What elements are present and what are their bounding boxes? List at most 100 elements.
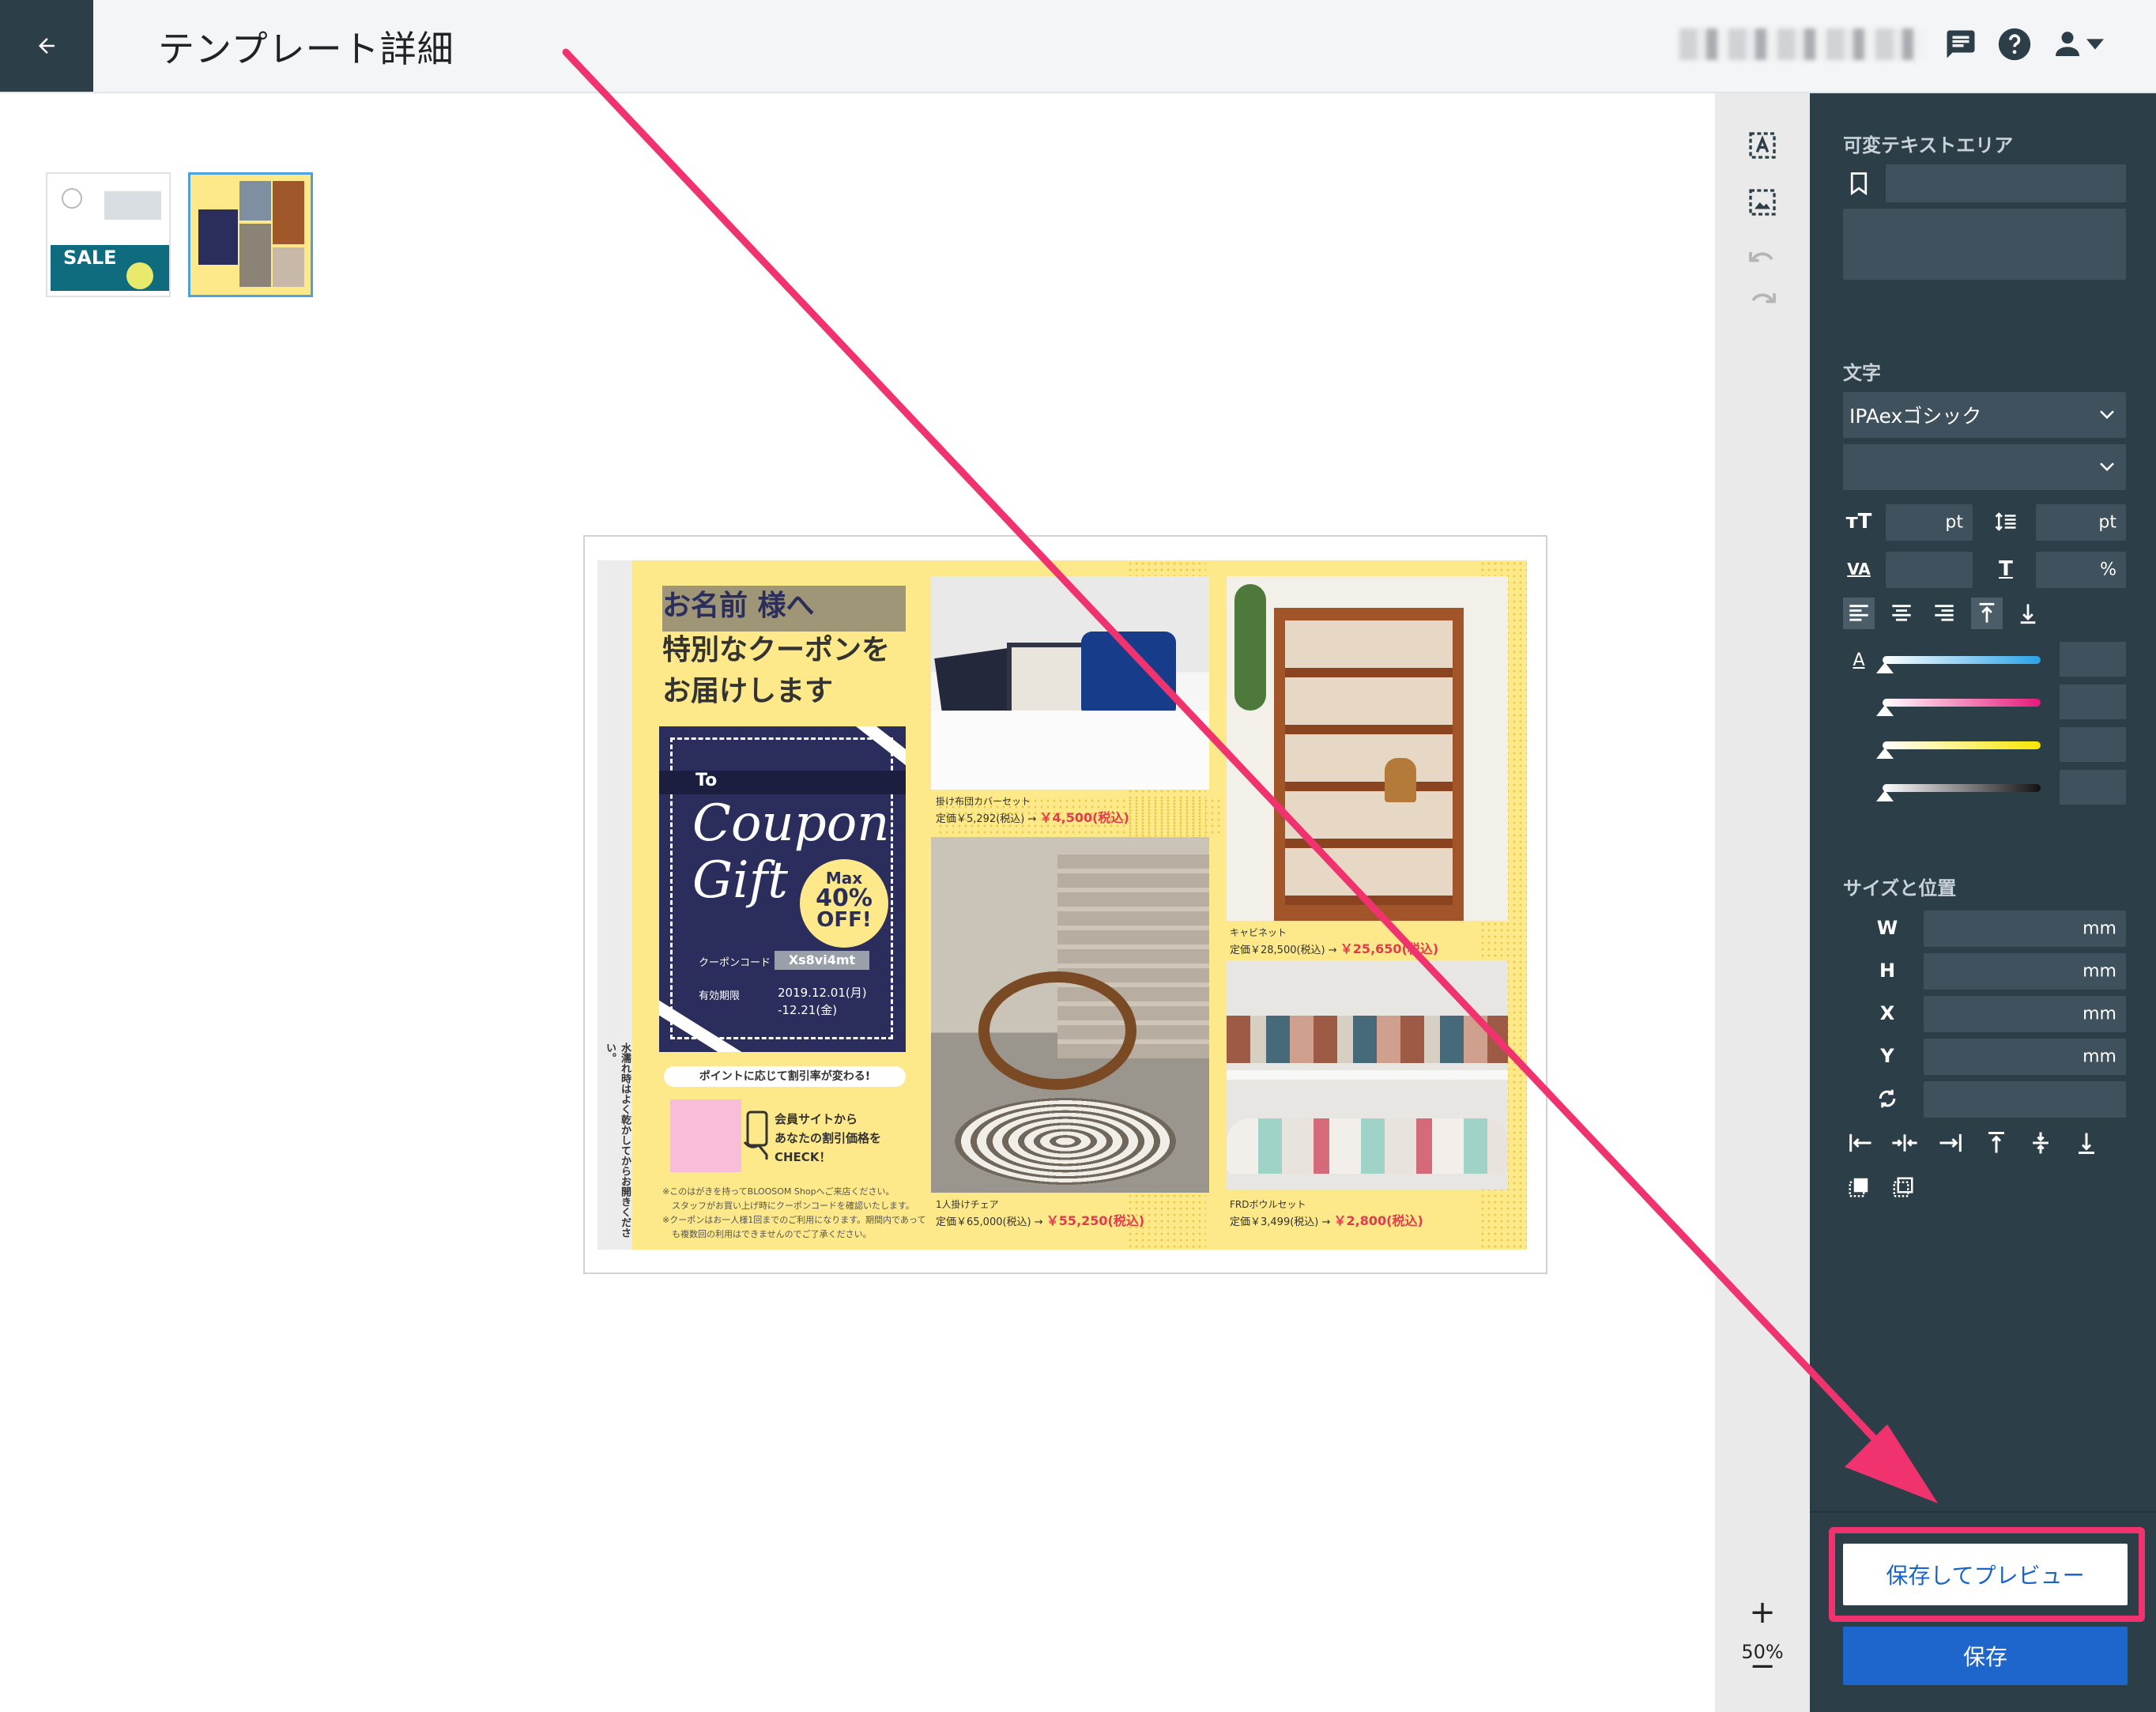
black-slider-thumb[interactable]	[1876, 790, 1894, 801]
user-menu-button[interactable]	[2047, 24, 2088, 65]
width-input[interactable]: mm	[1924, 911, 2126, 947]
variable-name-input[interactable]	[1886, 164, 2126, 202]
coupon-code-value[interactable]: Xs8vi4mt	[775, 951, 869, 970]
align-right-button[interactable]	[1928, 598, 1960, 629]
send-backward-icon	[1893, 1177, 1913, 1197]
cat	[1385, 758, 1416, 802]
photo-bowls[interactable]	[1227, 960, 1508, 1190]
yellow-slider-thumb[interactable]	[1876, 748, 1894, 759]
discount-badge: Max 40% OFF!	[800, 859, 888, 948]
vertical-note: 水濡れ時はよく乾かしてからお開きください。	[604, 1043, 631, 1238]
thumb-sale-text: SALE	[63, 247, 117, 269]
magenta-value[interactable]	[2060, 684, 2126, 719]
chat-button[interactable]	[1940, 24, 1981, 65]
add-image-area-button[interactable]	[1739, 179, 1786, 226]
yellow-value[interactable]	[2060, 727, 2126, 762]
thumb-photo-2	[273, 181, 304, 244]
x-input[interactable]: mm	[1924, 996, 2126, 1032]
redo-button[interactable]	[1739, 277, 1786, 324]
font-family-select[interactable]: IPAexゴシック	[1843, 392, 2126, 438]
text-scale-input[interactable]: %	[2036, 552, 2126, 588]
magenta-slider-thumb[interactable]	[1876, 705, 1894, 716]
align-object-vcenter-button[interactable]	[2023, 1126, 2058, 1160]
smartphone-icon	[743, 1111, 768, 1160]
pillow-blue	[1081, 632, 1176, 718]
align-object-bottom-button[interactable]	[2069, 1126, 2104, 1160]
bookmark-button[interactable]	[1843, 168, 1875, 199]
align-object-hcenter-icon	[1892, 1134, 1917, 1152]
line-height-input[interactable]: pt	[2036, 504, 2126, 541]
stacked-plates	[1227, 1016, 1508, 1063]
undo-button[interactable]	[1739, 236, 1786, 283]
bring-forward-button[interactable]	[1843, 1171, 1875, 1203]
thumb-coupon	[198, 209, 238, 265]
page-thumbnail-2[interactable]	[188, 172, 313, 297]
chevron-down-icon	[2100, 410, 2114, 420]
letter-spacing-input[interactable]	[1886, 552, 1973, 588]
save-button[interactable]: 保存	[1843, 1627, 2128, 1685]
photo-cabinet[interactable]	[1227, 576, 1508, 921]
font-family-value: IPAexゴシック	[1849, 405, 1982, 428]
y-unit: mm	[2082, 1046, 2116, 1067]
qr-placeholder[interactable]	[670, 1099, 741, 1172]
back-button[interactable]	[0, 0, 93, 92]
align-object-hcenter-button[interactable]	[1887, 1126, 1922, 1160]
page-thumbnail-1[interactable]: SALE	[46, 172, 171, 297]
product-2-price: 定価￥65,000(税込) → ￥55,250(税込)	[936, 1210, 1144, 1229]
align-object-top-button[interactable]	[1979, 1126, 2014, 1160]
arrow-left-icon	[39, 38, 55, 54]
add-text-area-button[interactable]	[1739, 122, 1786, 169]
thumb-photo-4	[273, 247, 304, 287]
font-size-input[interactable]: pt	[1886, 504, 1973, 541]
help-button[interactable]	[1994, 24, 2035, 65]
user-menu-caret[interactable]	[2083, 24, 2107, 65]
product-2-sale-price: ￥55,250(税込)	[1046, 1213, 1145, 1228]
design-canvas[interactable]: 水濡れ時はよく乾かしてからお開きください。 お名前 様へ 特別なクーポンを お届…	[583, 535, 1547, 1274]
photo-bedding[interactable]	[931, 576, 1209, 790]
send-backward-button[interactable]	[1887, 1171, 1919, 1203]
align-left-button[interactable]	[1843, 598, 1875, 629]
rotation-label	[1871, 1083, 1903, 1114]
plant	[1234, 584, 1266, 711]
rattan-chair	[978, 971, 1136, 1090]
annotation-highlight-box	[1829, 1527, 2145, 1622]
magenta-slider[interactable]	[1883, 699, 2041, 707]
align-object-left-button[interactable]	[1843, 1126, 1878, 1160]
black-slider[interactable]	[1883, 784, 2041, 792]
bowls	[1227, 1118, 1508, 1174]
black-value[interactable]	[2060, 770, 2126, 805]
product-2-list-price: 定価￥65,000(税込) →	[936, 1216, 1043, 1228]
cyan-value[interactable]	[2060, 642, 2126, 677]
valign-bottom-button[interactable]	[2012, 598, 2044, 629]
valign-top-icon	[1979, 602, 1995, 623]
text-scale-icon: T	[1999, 557, 2013, 581]
photo-chair[interactable]	[931, 837, 1209, 1193]
rotation-input[interactable]	[1924, 1081, 2126, 1118]
height-label: H	[1879, 960, 1896, 982]
member-line-3: CHECK！	[775, 1150, 831, 1164]
x-unit: mm	[2082, 1004, 2116, 1024]
cyan-slider[interactable]	[1883, 656, 2041, 664]
user-icon	[2056, 32, 2079, 56]
thumb-photo-1	[239, 181, 271, 221]
zoom-in-button[interactable]: +	[1739, 1589, 1786, 1636]
product-1-list-price: 定価￥5,292(税込) →	[936, 813, 1037, 825]
font-weight-select[interactable]	[1843, 444, 2126, 490]
product-1-name: 掛け布団カバーセット	[936, 796, 1031, 807]
product-4-name: FRDボウルセット	[1230, 1199, 1306, 1210]
align-object-right-button[interactable]	[1933, 1126, 1968, 1160]
valign-top-button[interactable]	[1971, 598, 2003, 629]
yellow-slider[interactable]	[1883, 741, 2041, 749]
y-input[interactable]: mm	[1924, 1039, 2126, 1075]
valid-from[interactable]: 2019.12.01(月)	[778, 984, 867, 1001]
align-center-button[interactable]	[1886, 598, 1917, 629]
align-object-vcenter-icon	[2033, 1132, 2049, 1154]
round-rug	[955, 1098, 1176, 1185]
height-input[interactable]: mm	[1924, 953, 2126, 990]
zoom-out-button[interactable]: −	[1739, 1642, 1786, 1690]
recipient-name[interactable]: お名前 様へ	[662, 583, 815, 624]
product-2-name: 1人掛けチェア	[936, 1199, 999, 1210]
variable-text-textarea[interactable]	[1843, 209, 2126, 280]
cyan-slider-thumb[interactable]	[1876, 662, 1894, 673]
valid-to[interactable]: -12.21(金)	[778, 1001, 837, 1018]
